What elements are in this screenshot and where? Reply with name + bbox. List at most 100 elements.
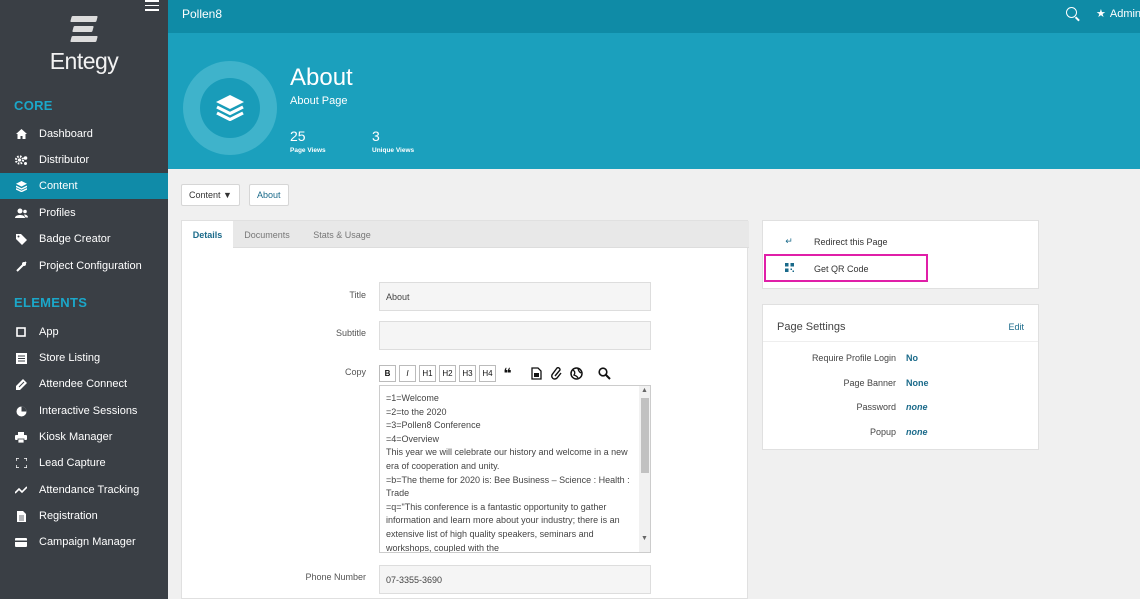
sidebar-item-attendance-tracking[interactable]: Attendance Tracking [0, 477, 168, 503]
sidebar-item-badge-creator[interactable]: Badge Creator [0, 226, 168, 252]
page-title: About [290, 64, 353, 91]
editor-toolbar: B I H1 H2 H3 H4 ❝ [379, 365, 616, 383]
sidebar-item-dashboard[interactable]: Dashboard [0, 121, 168, 147]
layers-icon [14, 180, 28, 192]
page-banner-value: None [906, 378, 929, 388]
h3-button[interactable]: H3 [459, 365, 476, 382]
breadcrumb-current[interactable]: About [249, 184, 289, 206]
sidebar-section-elements: ELEMENTS [14, 295, 88, 310]
page-banner-label: Page Banner [843, 378, 896, 388]
title-label: Title [349, 290, 366, 300]
attachment-icon[interactable] [548, 365, 565, 382]
sidebar-item-attendee-connect[interactable]: Attendee Connect [0, 371, 168, 397]
phone-input[interactable]: 07-3355-3690 [379, 565, 651, 594]
sidebar-item-campaign-manager[interactable]: Campaign Manager [0, 529, 168, 555]
copy-scrollbar[interactable]: ▲ ▼ [639, 386, 650, 552]
tab-documents[interactable]: Documents [236, 221, 298, 248]
page-icon-circle [183, 61, 277, 155]
sidebar-item-registration[interactable]: Registration [0, 503, 168, 529]
app-name[interactable]: Pollen8 [182, 7, 222, 21]
page-subtitle: About Page [290, 95, 348, 107]
sidebar: Entegy CORE Dashboard Distributor Conten… [0, 0, 168, 599]
logo-text: Entegy [49, 48, 119, 74]
copy-textarea[interactable]: =1=Welcome =2=to the 2020 =3=Pollen8 Con… [379, 385, 651, 553]
sidebar-section-core: CORE [14, 98, 53, 113]
sidebar-item-content[interactable]: Content [0, 173, 168, 199]
copy-line: =b=The theme for 2020 is: Bee Business –… [386, 474, 630, 499]
hamburger-menu-icon[interactable] [145, 0, 159, 11]
unique-views-label: Unique Views [372, 147, 415, 154]
scroll-thumb[interactable] [641, 398, 649, 473]
card-icon [14, 536, 28, 548]
scroll-up-arrow-icon[interactable]: ▲ [641, 387, 648, 394]
qr-code-icon [783, 263, 795, 274]
title-input[interactable]: About [379, 282, 651, 311]
sidebar-item-interactive-sessions[interactable]: Interactive Sessions [0, 398, 168, 424]
sidebar-item-label: Campaign Manager [39, 536, 136, 548]
tab-bar: Details Documents Stats & Usage [182, 221, 749, 249]
subtitle-input[interactable] [379, 321, 651, 350]
breadcrumb-content-dropdown[interactable]: Content ▼ [181, 184, 240, 206]
popup-value: none [906, 427, 928, 437]
sidebar-item-project-configuration[interactable]: Project Configuration [0, 253, 168, 279]
require-profile-login-label: Require Profile Login [811, 353, 896, 363]
sidebar-item-label: Distributor [39, 154, 90, 166]
logo[interactable]: Entegy [0, 16, 168, 75]
tab-details[interactable]: Details [182, 221, 233, 249]
connect-icon [14, 378, 28, 390]
page-views-value: 25 [290, 128, 306, 144]
layers-icon [200, 78, 260, 138]
page-views-label: Page Views [290, 147, 326, 154]
popup-label: Popup [869, 427, 896, 437]
admin-menu[interactable]: ★ Admin [1096, 7, 1140, 20]
gears-icon [14, 154, 28, 166]
scroll-down-arrow-icon[interactable]: ▼ [641, 535, 648, 542]
users-icon [14, 207, 28, 219]
entegy-logo-icon [70, 16, 98, 44]
italic-button[interactable]: I [399, 365, 416, 382]
h1-button[interactable]: H1 [419, 365, 436, 382]
unique-views-value: 3 [372, 128, 380, 144]
bold-button[interactable]: B [379, 365, 396, 382]
page-settings-title: Page Settings [777, 321, 846, 333]
magnifier-icon[interactable] [596, 365, 613, 382]
redirect-page-label: Redirect this Page [814, 236, 888, 247]
scan-icon [14, 457, 28, 469]
quote-icon[interactable]: ❝ [499, 365, 516, 382]
redirect-page-action[interactable]: ↵ Redirect this Page [783, 236, 888, 247]
copy-line: =2=to the 2020 [386, 406, 447, 417]
globe-icon[interactable] [568, 365, 585, 382]
phone-label: Phone Number [305, 572, 366, 582]
copy-text: =1=Welcome =2=to the 2020 =3=Pollen8 Con… [386, 392, 632, 553]
copy-line: =4=Overview [386, 433, 440, 444]
sidebar-item-label: Dashboard [39, 128, 93, 140]
password-label: Password [856, 402, 896, 412]
sidebar-item-kiosk-manager[interactable]: Kiosk Manager [0, 424, 168, 450]
get-qr-code-action[interactable]: Get QR Code [783, 263, 869, 274]
details-panel: Details Documents Stats & Usage Title Ab… [181, 220, 749, 599]
h2-button[interactable]: H2 [439, 365, 456, 382]
page-settings-edit-link[interactable]: Edit [1008, 322, 1024, 332]
tab-stats-usage[interactable]: Stats & Usage [304, 221, 380, 248]
trend-icon [14, 484, 28, 496]
sidebar-item-profiles[interactable]: Profiles [0, 200, 168, 226]
page-header: About About Page 25 Page Views 3 Unique … [168, 33, 1140, 169]
require-profile-login-value: No [906, 353, 918, 363]
h4-button[interactable]: H4 [479, 365, 496, 382]
file-icon [14, 510, 28, 522]
sidebar-item-label: Project Configuration [39, 260, 142, 272]
sidebar-item-store-listing[interactable]: Store Listing [0, 345, 168, 371]
sidebar-item-label: Interactive Sessions [39, 405, 138, 417]
copy-line: =q="This conference is a fantastic oppor… [386, 501, 620, 553]
admin-label: Admin [1109, 8, 1140, 20]
sidebar-item-app[interactable]: App [0, 319, 168, 345]
divider [763, 341, 1038, 342]
search-icon[interactable] [1066, 7, 1077, 18]
pie-icon [14, 405, 28, 417]
sidebar-item-label: Registration [39, 510, 98, 522]
sidebar-item-distributor[interactable]: Distributor [0, 147, 168, 173]
document-icon[interactable] [528, 365, 545, 382]
password-value: none [906, 402, 928, 412]
sidebar-item-lead-capture[interactable]: Lead Capture [0, 450, 168, 476]
redirect-icon: ↵ [785, 236, 793, 246]
